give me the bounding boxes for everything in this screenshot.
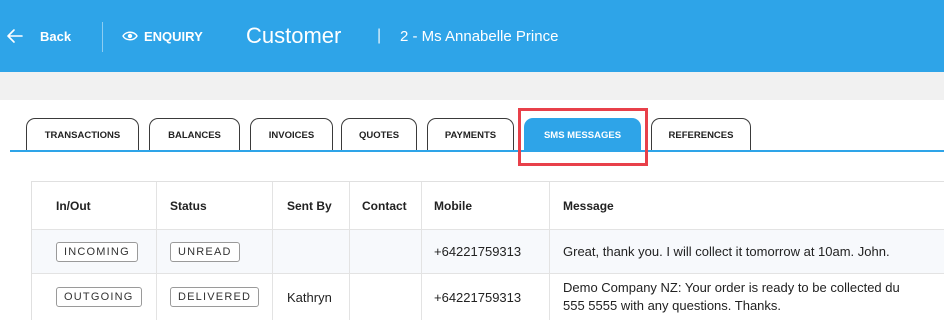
column-divider (156, 182, 157, 320)
message-line: Demo Company NZ: Your order is ready to … (563, 280, 900, 295)
status-badge: DELIVERED (170, 287, 260, 307)
column-header-status[interactable]: Status (170, 182, 207, 230)
column-divider (272, 182, 273, 320)
eye-icon (122, 31, 138, 41)
direction-badge: OUTGOING (56, 287, 142, 307)
tab-quotes[interactable]: QUOTES (341, 118, 417, 151)
table-row[interactable]: OUTGOING DELIVERED Kathryn +64221759313 … (32, 274, 944, 320)
message-line: 555 5555 with any questions. Thanks. (563, 298, 782, 313)
arrow-left-icon (7, 29, 23, 43)
back-label: Back (40, 28, 72, 44)
entity-title: Customer (246, 23, 342, 48)
sms-messages-table: INCOMING UNREAD +64221759313 Great, than… (31, 181, 944, 320)
tab-references[interactable]: REFERENCES (651, 118, 751, 151)
tab-payments[interactable]: PAYMENTS (427, 118, 514, 151)
tab-transactions[interactable]: TRANSACTIONS (26, 118, 139, 151)
mobile-cell: +64221759313 (434, 289, 522, 305)
direction-badge: INCOMING (56, 241, 138, 262)
record-title: 2 - Ms Annabelle Prince (400, 27, 559, 45)
mobile-cell: +64221759313 (434, 244, 522, 259)
status-badge: UNREAD (170, 241, 240, 262)
column-header-message[interactable]: Message (563, 182, 614, 230)
message-line: Great, thank you. I will collect it tomo… (563, 243, 890, 259)
highlight-box (518, 108, 648, 166)
mode-indicator: ENQUIRY (122, 0, 203, 72)
column-divider (421, 182, 422, 320)
mode-label: ENQUIRY (144, 28, 203, 44)
column-header-mobile[interactable]: Mobile (434, 182, 472, 230)
app-header: Back ENQUIRY Customer | 2 - Ms Annabelle… (0, 0, 944, 72)
column-divider (349, 182, 350, 320)
in-out-cell: INCOMING (56, 230, 138, 273)
column-header-in-out[interactable]: In/Out (56, 182, 91, 230)
message-cell: Great, thank you. I will collect it tomo… (563, 230, 890, 273)
table-row[interactable]: INCOMING UNREAD +64221759313 Great, than… (32, 230, 944, 274)
status-cell: UNREAD (170, 230, 240, 273)
message-cell: Demo Company NZ: Your order is ready to … (563, 274, 900, 320)
column-header-contact[interactable]: Contact (362, 182, 407, 230)
header-divider (102, 22, 103, 52)
table-header: In/Out Status Sent By Contact Mobile Mes… (32, 182, 944, 230)
tab-underline (10, 150, 944, 152)
tab-balances[interactable]: BALANCES (149, 118, 240, 151)
title-separator: | (377, 27, 382, 44)
toolbar-band (0, 72, 944, 100)
status-cell: DELIVERED (170, 274, 260, 320)
sent-by-cell: Kathryn (287, 289, 332, 305)
back-button[interactable]: Back (0, 0, 71, 72)
tab-invoices[interactable]: INVOICES (250, 118, 333, 151)
column-header-sent-by[interactable]: Sent By (287, 182, 332, 230)
in-out-cell: OUTGOING (56, 274, 142, 320)
column-divider (549, 182, 550, 320)
